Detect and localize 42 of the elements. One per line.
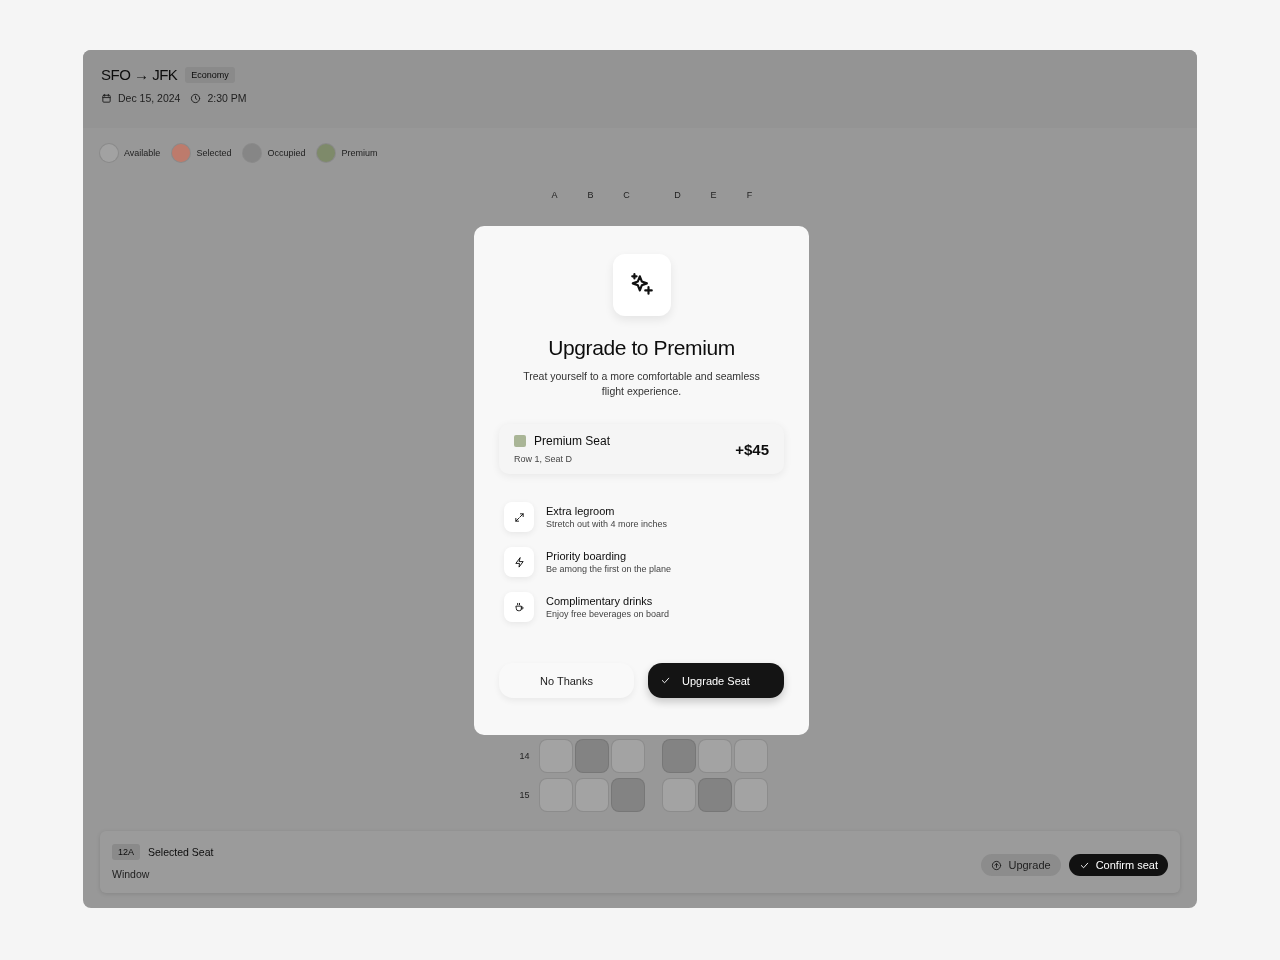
legend-label: Premium <box>341 148 378 158</box>
dialog-title: Upgrade to Premium <box>548 336 735 360</box>
no-thanks-button[interactable]: No Thanks <box>499 663 634 698</box>
column-letter: E <box>709 190 718 200</box>
expand-arrows-icon <box>513 511 525 523</box>
offer-seat-location: Row 1, Seat D <box>514 454 574 464</box>
seat-badge: 12A <box>112 844 140 860</box>
lightning-icon <box>513 556 525 568</box>
flight-time: 2:30 PM <box>207 92 247 104</box>
arrow-up-circle-icon <box>991 859 1003 871</box>
column-letter: B <box>586 190 595 200</box>
upgrade-button[interactable]: Upgrade <box>981 854 1061 876</box>
column-letter: C <box>622 190 631 200</box>
clock-icon <box>190 92 202 104</box>
benefit-title: Priority boarding <box>546 550 628 562</box>
benefit-title: Extra legroom <box>546 505 616 517</box>
offer-price: +$45 <box>735 440 769 458</box>
flight-date: Dec 15, 2024 <box>118 92 181 104</box>
row-number: 14 <box>518 751 531 761</box>
offer-name: Premium Seat <box>534 434 611 448</box>
confirm-seat-button[interactable]: Confirm seat <box>1068 854 1168 876</box>
cup-icon <box>513 601 525 613</box>
seat-type: Window <box>112 868 151 880</box>
benefit-detail: Be among the first on the plane <box>546 564 672 574</box>
legend-label: Occupied <box>267 148 306 158</box>
benefit-detail: Stretch out with 4 more inches <box>546 519 668 529</box>
row-number: 15 <box>518 790 531 800</box>
column-letter: A <box>550 190 559 200</box>
dialog-description: Treat yourself to a more comfortable and seamless flight experience. <box>522 369 761 399</box>
benefit-detail: Enjoy free beverages on board <box>546 609 670 619</box>
benefit-title: Complimentary drinks <box>546 595 654 607</box>
upgrade-seat-button[interactable]: Upgrade Seat <box>648 663 784 698</box>
column-letter: D <box>673 190 682 200</box>
calendar-icon <box>101 92 112 104</box>
cabin-badge: Economy <box>185 66 235 83</box>
legend-label: Available <box>124 148 161 158</box>
sparkles-icon <box>628 272 655 298</box>
flight-route: SFO → JFK <box>101 66 178 83</box>
column-letter: F <box>745 190 754 200</box>
selected-seat-label: Selected Seat <box>148 846 214 858</box>
legend-label: Selected <box>196 148 232 158</box>
check-icon <box>660 675 671 686</box>
